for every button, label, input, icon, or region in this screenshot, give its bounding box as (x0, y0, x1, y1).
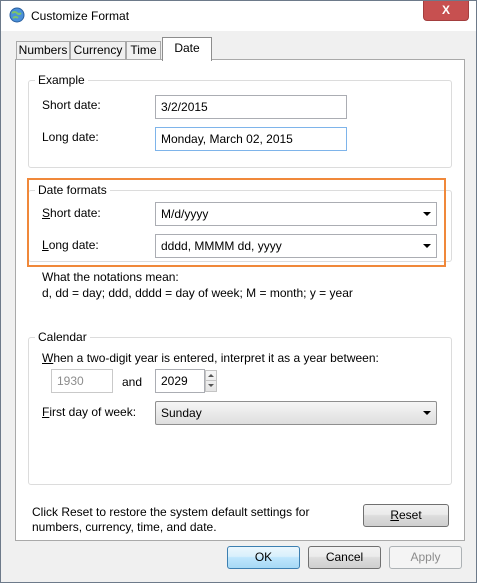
calendar-group-title: Calendar (35, 330, 90, 344)
example-short-date-field[interactable]: 3/2/2015 (155, 95, 347, 119)
apply-button: Apply (389, 546, 462, 569)
close-icon: X (441, 3, 450, 17)
window-title: Customize Format (31, 9, 130, 23)
globe-icon (9, 7, 25, 23)
tab-time[interactable]: Time (126, 41, 161, 60)
tab-label: Time (130, 43, 157, 57)
reset-button[interactable]: Reset (363, 504, 449, 527)
first-day-label-text: irst day of week: (49, 405, 137, 419)
reset-accel: R (390, 508, 399, 522)
year-from-field: 1930 (51, 369, 113, 393)
year-to-spinner[interactable] (205, 370, 217, 392)
title-bar: Customize Format X (1, 1, 476, 31)
spin-up-icon[interactable] (206, 371, 216, 381)
notation-heading: What the notations mean: (42, 270, 179, 284)
and-label: and (122, 375, 143, 389)
example-short-date-label: Short date: (42, 98, 101, 112)
two-digit-label-text: hen a two-digit year is entered, interpr… (53, 351, 379, 365)
date-formats-highlight (27, 178, 446, 267)
reset-note-line2: numbers, currency, time, and date. (32, 520, 217, 534)
chevron-down-icon[interactable] (423, 411, 431, 415)
example-long-date-label: Long date: (42, 130, 99, 144)
ok-button[interactable]: OK (227, 546, 300, 569)
first-day-label: First day of week: (42, 405, 136, 419)
example-group: Example (28, 73, 452, 168)
year-to-field[interactable]: 2029 (155, 369, 205, 393)
date-tab-panel: Example Short date: 3/2/2015 Long date: … (15, 59, 465, 541)
tab-label: Numbers (18, 43, 68, 57)
tab-date[interactable]: Date (162, 37, 212, 61)
cancel-button[interactable]: Cancel (308, 546, 381, 569)
reset-note-line1: Click Reset to restore the system defaul… (32, 505, 310, 519)
tab-label: Date (174, 41, 200, 55)
example-long-date-field[interactable]: Monday, March 02, 2015 (155, 127, 347, 151)
first-day-value: Sunday (161, 406, 202, 420)
spin-down-icon[interactable] (206, 381, 216, 391)
reset-label: eset (398, 508, 422, 522)
tab-numbers[interactable]: Numbers (16, 41, 70, 60)
example-group-title: Example (35, 73, 88, 87)
tab-label: Currency (73, 43, 123, 57)
two-digit-accel: W (42, 351, 54, 365)
tab-currency[interactable]: Currency (70, 41, 126, 60)
two-digit-year-label: When a two-digit year is entered, interp… (42, 351, 379, 365)
close-button[interactable]: X (423, 1, 469, 21)
notation-legend: d, dd = day; ddd, dddd = day of week; M … (42, 286, 353, 300)
first-day-of-week-select[interactable]: Sunday (155, 401, 437, 425)
customize-format-dialog: Customize Format X Numbers Currency Time… (0, 0, 477, 583)
